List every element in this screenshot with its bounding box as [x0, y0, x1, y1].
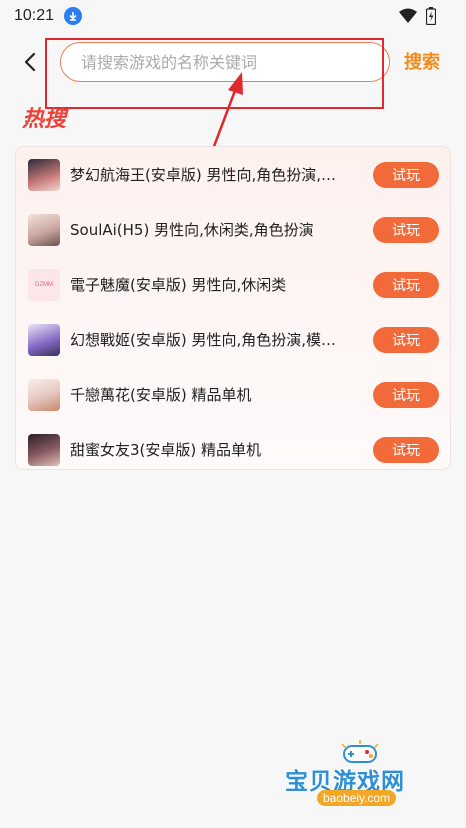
game-thumbnail [28, 433, 60, 466]
watermark: 宝贝游戏网 baobeiy.com [285, 740, 435, 810]
game-name: 甜蜜女友3(安卓版) 精品单机 [70, 441, 262, 459]
game-name: 電子魅魔(安卓版) 男性向,休闲类 [70, 276, 287, 294]
trial-button[interactable]: 试玩 [373, 216, 439, 243]
battery-icon [426, 7, 436, 25]
game-thumbnail: DZMM [28, 268, 60, 301]
list-item[interactable]: SoulAi(H5) 男性向,休闲类,角色扮演 试玩 [16, 202, 452, 257]
game-thumbnail [28, 158, 60, 191]
status-bar: 10:21 [0, 0, 466, 32]
game-thumbnail [28, 378, 60, 411]
game-name: 千戀萬花(安卓版) 精品单机 [70, 386, 252, 404]
game-name: 幻想戰姬(安卓版) 男性向,角色扮演,模… [70, 331, 337, 349]
list-item[interactable]: DZMM 電子魅魔(安卓版) 男性向,休闲类 试玩 [16, 257, 452, 312]
list-item[interactable]: 甜蜜女友3(安卓版) 精品单机 试玩 [16, 422, 452, 477]
hot-search-title: 热搜 [22, 107, 67, 132]
thumb-logo-text: DZMM [35, 281, 53, 288]
download-icon [64, 7, 83, 25]
list-item[interactable]: 梦幻航海王(安卓版) 男性向,角色扮演,… 试玩 [16, 147, 452, 202]
annotation-box [45, 38, 384, 109]
chevron-left-icon [24, 52, 36, 72]
list-item[interactable]: 幻想戰姬(安卓版) 男性向,角色扮演,模… 试玩 [16, 312, 452, 367]
game-thumbnail [28, 323, 60, 356]
trial-button[interactable]: 试玩 [373, 271, 439, 298]
watermark-url: baobeiy.com [317, 790, 397, 806]
search-button[interactable]: 搜索 [404, 48, 440, 74]
game-thumbnail [28, 213, 60, 246]
trial-button[interactable]: 试玩 [373, 436, 439, 463]
game-name: SoulAi(H5) 男性向,休闲类,角色扮演 [70, 221, 314, 239]
list-item[interactable]: 千戀萬花(安卓版) 精品单机 试玩 [16, 367, 452, 422]
trial-button[interactable]: 试玩 [373, 381, 439, 408]
hot-search-list: 梦幻航海王(安卓版) 男性向,角色扮演,… 试玩 SoulAi(H5) 男性向,… [15, 146, 451, 470]
back-button[interactable] [16, 48, 44, 76]
game-name: 梦幻航海王(安卓版) 男性向,角色扮演,… [70, 166, 337, 184]
status-time: 10:21 [14, 7, 55, 24]
wifi-icon [399, 8, 417, 23]
trial-button[interactable]: 试玩 [373, 161, 439, 188]
trial-button[interactable]: 试玩 [373, 326, 439, 353]
